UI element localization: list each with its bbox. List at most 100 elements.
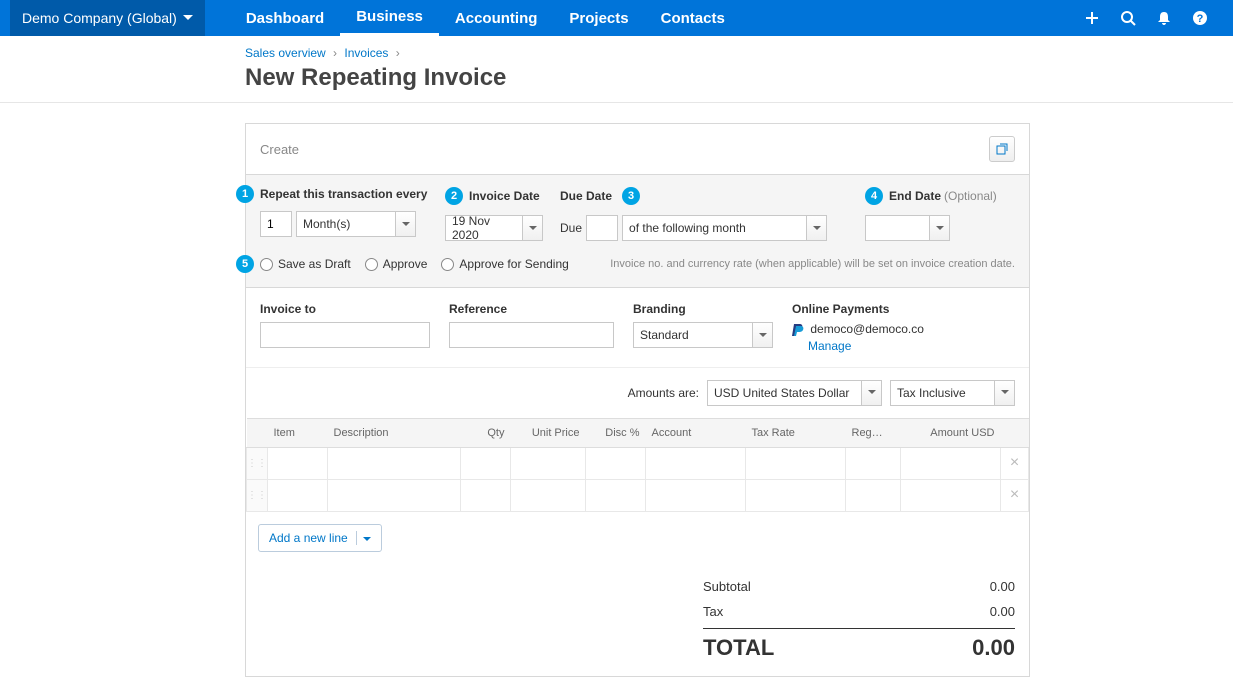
currency-text: USD United States Dollar — [708, 386, 861, 400]
radio-approve[interactable]: Approve — [365, 257, 428, 271]
line-item-input[interactable] — [268, 480, 327, 510]
step-badge-2: 2 — [445, 187, 463, 205]
branding-label: Branding — [633, 302, 778, 316]
nav-dashboard[interactable]: Dashboard — [230, 0, 340, 36]
breadcrumb-sales[interactable]: Sales overview — [245, 46, 326, 60]
nav-projects[interactable]: Projects — [553, 0, 644, 36]
line-description-input[interactable] — [328, 480, 460, 510]
line-disc-input[interactable] — [586, 480, 645, 510]
line-price-input[interactable] — [511, 480, 585, 510]
end-date-picker[interactable] — [865, 215, 950, 241]
end-date-label: End Date — [889, 189, 941, 203]
subtotal-value: 0.00 — [990, 579, 1015, 594]
chevron-down-icon — [522, 216, 542, 240]
radio-icon — [260, 258, 273, 271]
col-description: Description — [328, 418, 461, 447]
invoice-date-label: Invoice Date — [469, 189, 540, 203]
invoice-to-input[interactable] — [260, 322, 430, 348]
add-line-button[interactable]: Add a new line — [258, 524, 382, 552]
search-icon[interactable] — [1120, 10, 1136, 26]
reference-input[interactable] — [449, 322, 614, 348]
repeat-section: 1 Repeat this transaction every Month(s) — [246, 174, 1029, 288]
col-tax-rate: Tax Rate — [746, 418, 846, 447]
line-account-input[interactable] — [646, 480, 745, 510]
org-selector[interactable]: Demo Company (Global) — [10, 0, 205, 36]
radio-icon — [365, 258, 378, 271]
line-qty-input[interactable] — [461, 448, 510, 478]
paypal-icon — [792, 323, 804, 337]
drag-handle-icon[interactable]: ⋮⋮ — [247, 479, 268, 511]
branding-dropdown[interactable]: Standard — [633, 322, 773, 348]
totals-section: Subtotal 0.00 Tax 0.00 TOTAL 0.00 — [689, 564, 1029, 676]
end-date-optional: (Optional) — [944, 189, 997, 203]
tax-label: Tax — [703, 604, 723, 619]
due-day-input[interactable] — [586, 215, 618, 241]
col-region: Reg… — [846, 418, 901, 447]
col-qty: Qty — [461, 418, 511, 447]
bell-icon[interactable] — [1156, 10, 1172, 26]
line-region-input[interactable] — [846, 448, 900, 478]
due-option-dropdown[interactable]: of the following month — [622, 215, 827, 241]
popout-button[interactable] — [989, 136, 1015, 162]
radio-approve-sending[interactable]: Approve for Sending — [441, 257, 568, 271]
step-badge-3: 3 — [622, 187, 640, 205]
line-amount-input[interactable] — [901, 448, 1000, 478]
chevron-down-icon — [861, 381, 881, 405]
step-badge-1: 1 — [236, 185, 254, 203]
svg-text:?: ? — [1197, 13, 1204, 25]
currency-dropdown[interactable]: USD United States Dollar — [707, 380, 882, 406]
breadcrumb: Sales overview › Invoices › — [245, 46, 1233, 60]
line-item-input[interactable] — [268, 448, 327, 478]
manage-link[interactable]: Manage — [808, 339, 924, 353]
line-description-input[interactable] — [328, 448, 460, 478]
nav-contacts[interactable]: Contacts — [645, 0, 741, 36]
col-amount: Amount USD — [901, 418, 1001, 447]
repeat-every-input[interactable] — [260, 211, 292, 237]
amounts-row: Amounts are: USD United States Dollar Ta… — [246, 368, 1029, 418]
invoice-panel: Create 1 Repeat this transaction every — [245, 123, 1030, 677]
line-disc-input[interactable] — [586, 448, 645, 478]
add-line-row: Add a new line — [246, 512, 1029, 564]
nav-business[interactable]: Business — [340, 0, 439, 36]
drag-handle-icon[interactable]: ⋮⋮ — [247, 447, 268, 479]
due-prefix: Due — [560, 221, 582, 235]
col-unit-price: Unit Price — [511, 418, 586, 447]
radio-icon — [441, 258, 454, 271]
breadcrumb-sep: › — [333, 46, 337, 60]
line-amount-input[interactable] — [901, 480, 1000, 510]
line-account-input[interactable] — [646, 448, 745, 478]
chevron-down-icon — [183, 15, 193, 21]
amounts-label: Amounts are: — [628, 386, 699, 400]
radio-draft-label: Save as Draft — [278, 257, 351, 271]
line-tax-input[interactable] — [746, 448, 845, 478]
nav-accounting[interactable]: Accounting — [439, 0, 554, 36]
popout-icon — [996, 143, 1008, 155]
breadcrumb-invoices[interactable]: Invoices — [344, 46, 388, 60]
breadcrumb-sep: › — [396, 46, 400, 60]
remove-line-icon[interactable]: × — [1001, 447, 1029, 479]
tax-dropdown[interactable]: Tax Inclusive — [890, 380, 1015, 406]
line-region-input[interactable] — [846, 480, 900, 510]
creation-note: Invoice no. and currency rate (when appl… — [610, 258, 1015, 270]
radio-save-draft[interactable]: Save as Draft — [260, 257, 351, 271]
line-qty-input[interactable] — [461, 480, 510, 510]
subtotal-label: Subtotal — [703, 579, 751, 594]
help-icon[interactable]: ? — [1192, 10, 1208, 26]
due-date-label: Due Date — [560, 189, 612, 203]
total-value: 0.00 — [972, 635, 1015, 661]
invoice-date-picker[interactable]: 19 Nov 2020 — [445, 215, 543, 241]
plus-icon[interactable] — [1084, 10, 1100, 26]
radio-approve-send-label: Approve for Sending — [459, 257, 568, 271]
line-tax-input[interactable] — [746, 480, 845, 510]
branding-text: Standard — [634, 328, 752, 342]
repeat-unit-dropdown[interactable]: Month(s) — [296, 211, 416, 237]
line-price-input[interactable] — [511, 448, 585, 478]
chevron-down-icon — [752, 323, 772, 347]
remove-line-icon[interactable]: × — [1001, 479, 1029, 511]
org-name: Demo Company (Global) — [22, 10, 177, 26]
tax-value: 0.00 — [990, 604, 1015, 619]
panel-header: Create — [246, 124, 1029, 174]
page-title: New Repeating Invoice — [245, 64, 1233, 92]
invoice-date-text: 19 Nov 2020 — [446, 214, 522, 242]
step-badge-5: 5 — [236, 255, 254, 273]
